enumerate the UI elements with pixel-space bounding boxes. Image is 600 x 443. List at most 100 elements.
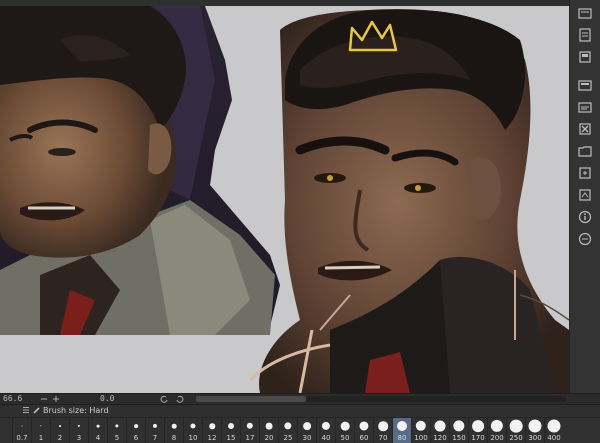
right-toolbar: [569, 0, 600, 393]
brush-size-label: 400: [547, 434, 561, 442]
brush-size-option[interactable]: 1: [31, 418, 50, 443]
brush-size-label: 20: [264, 434, 274, 442]
brush-size-preview-dot: [96, 424, 100, 428]
layer-duplicate-icon[interactable]: [575, 98, 595, 116]
brush-size-option[interactable]: 150: [449, 418, 468, 443]
info-icon[interactable]: [575, 208, 595, 226]
brush-size-label: 80: [397, 434, 407, 442]
brush-size-preview-dot: [265, 422, 273, 430]
brush-size-option[interactable]: 12: [202, 418, 221, 443]
brush-size-label: 70: [378, 434, 388, 442]
brush-size-preview-dot: [434, 420, 446, 432]
brush-size-option[interactable]: 50: [335, 418, 354, 443]
brush-size-preview-dot: [152, 423, 158, 429]
brush-size-label: 250: [509, 434, 523, 442]
brush-size-preview-dot: [472, 420, 484, 432]
brush-size-preview-dot: [246, 422, 254, 430]
brush-size-preview-dot: [284, 422, 292, 430]
navigator-icon[interactable]: [575, 230, 595, 248]
menu-icon[interactable]: [22, 406, 30, 416]
brush-size-option[interactable]: 0.7: [12, 418, 31, 443]
brush-size-preview-dot: [115, 424, 119, 428]
status-bar: 66.6 0.0: [0, 393, 600, 405]
brush-size-option[interactable]: 3: [69, 418, 88, 443]
brush-size-preview-dot: [453, 420, 465, 432]
brush-size-label: 40: [321, 434, 331, 442]
brush-size-option[interactable]: 120: [430, 418, 449, 443]
clear-layer-icon[interactable]: [575, 120, 595, 138]
brush-size-option[interactable]: 2: [50, 418, 69, 443]
brush-size-option[interactable]: 40: [316, 418, 335, 443]
brush-size-option[interactable]: 70: [373, 418, 392, 443]
brush-size-preview-dot: [134, 424, 138, 428]
brush-size-preview-dot: [77, 424, 81, 428]
brush-size-label: 3: [76, 434, 82, 442]
brush-size-option[interactable]: 300: [525, 418, 544, 443]
brush-size-preview-dot: [528, 419, 542, 433]
brush-size-option[interactable]: 7: [145, 418, 164, 443]
brush-size-preview-dot: [340, 421, 350, 431]
rotate-right-icon[interactable]: [176, 395, 184, 405]
brush-size-option[interactable]: 8: [164, 418, 183, 443]
zoom-level[interactable]: 66.6: [3, 394, 22, 404]
layer-search-icon[interactable]: [575, 26, 595, 44]
rotate-left-icon[interactable]: [160, 395, 168, 405]
brush-size-label: 300: [528, 434, 542, 442]
brush-size-option[interactable]: 6: [126, 418, 145, 443]
brush-size-label: 30: [302, 434, 312, 442]
brush-size-option[interactable]: 60: [354, 418, 373, 443]
brush-size-option[interactable]: 400: [544, 418, 563, 443]
brush-size-option[interactable]: 30: [297, 418, 316, 443]
brush-size-label: 2: [57, 434, 63, 442]
rotation-angle[interactable]: 0.0: [100, 394, 114, 404]
brush-size-option[interactable]: 170: [468, 418, 487, 443]
brush-size-preview-dot: [190, 423, 196, 429]
brush-size-label: 1: [38, 434, 44, 442]
zoom-in-icon[interactable]: [52, 395, 60, 405]
brush-size-option[interactable]: 5: [107, 418, 126, 443]
brush-size-option[interactable]: 250: [506, 418, 525, 443]
brush-size-label: 60: [359, 434, 369, 442]
layer-icon[interactable]: [575, 48, 595, 66]
painting: [248, 9, 569, 393]
brush-size-option[interactable]: 17: [240, 418, 259, 443]
zoom-out-icon[interactable]: [40, 395, 48, 405]
layer-properties-icon[interactable]: [575, 4, 595, 22]
new-folder-icon[interactable]: [575, 142, 595, 160]
brush-size-option[interactable]: 15: [221, 418, 240, 443]
brush-size-preview-dot: [59, 425, 61, 427]
layer-move-icon[interactable]: [575, 164, 595, 182]
brush-size-label: 5: [114, 434, 120, 442]
brush-size-label: 50: [340, 434, 350, 442]
brush-size-option[interactable]: 10: [183, 418, 202, 443]
transfer-layer-icon[interactable]: [575, 186, 595, 204]
brush-size-preview-dot: [303, 422, 311, 430]
brush-size-preview-dot: [21, 425, 23, 427]
brush-size-preview-dot: [359, 421, 369, 431]
brush-size-label: 10: [188, 434, 198, 442]
brush-size-label: 150: [452, 434, 466, 442]
brush-size-option[interactable]: 20: [259, 418, 278, 443]
brush-size-label: 12: [207, 434, 217, 442]
brush-size-preview-dot: [321, 421, 331, 431]
scrollbar-thumb[interactable]: [196, 396, 306, 402]
brush-size-option[interactable]: 25: [278, 418, 297, 443]
canvas-area[interactable]: [0, 0, 569, 393]
folder-icon[interactable]: [575, 76, 595, 94]
brush-size-palette: 0.7 1 2 3 4 5 6 7 8 10 12 15 17 20 25 30 40 50 60 70 80 100 12…: [0, 417, 600, 443]
brush-size-label: 15: [226, 434, 236, 442]
brush-size-label: 7: [152, 434, 158, 442]
brush-size-option[interactable]: 80: [392, 418, 411, 443]
brush-size-option[interactable]: 100: [411, 418, 430, 443]
brush-size-preview-dot: [171, 423, 177, 429]
brush-size-palette-header: Brush size: Hard: [0, 405, 600, 417]
brush-size-label: 200: [490, 434, 504, 442]
brush-size-option[interactable]: 200: [487, 418, 506, 443]
horizontal-scrollbar[interactable]: [196, 396, 566, 402]
brush-size-preview-dot: [378, 421, 388, 431]
brush-size-title: Brush size: Hard: [43, 406, 109, 415]
artwork: [0, 6, 569, 393]
brush-size-label: 25: [283, 434, 293, 442]
brush-size-preview-dot: [547, 419, 561, 433]
brush-size-option[interactable]: 4: [88, 418, 107, 443]
